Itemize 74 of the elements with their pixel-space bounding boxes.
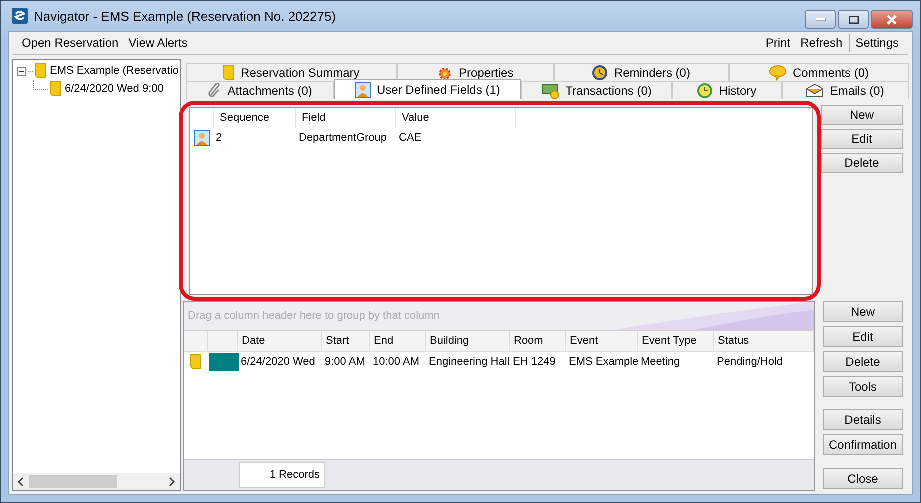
user-card-icon xyxy=(354,82,371,98)
table-cell-text: EH 1249 xyxy=(512,356,557,368)
action-button[interactable]: Tools xyxy=(823,376,903,397)
folder-icon xyxy=(50,81,62,97)
menu-item[interactable]: Refresh xyxy=(796,36,848,50)
tab[interactable]: Transactions (0) xyxy=(521,81,672,99)
scroll-right-icon[interactable] xyxy=(168,476,176,486)
tab[interactable]: Properties xyxy=(396,63,554,81)
column-header[interactable]: Building xyxy=(426,331,510,351)
envelope-icon xyxy=(806,84,824,98)
tab[interactable]: Comments (0) xyxy=(728,63,909,81)
menu-item[interactable]: Settings xyxy=(850,36,904,50)
action-button[interactable]: Details xyxy=(823,409,903,430)
speech-bubble-icon xyxy=(768,64,787,80)
tab[interactable]: Attachments (0) xyxy=(186,81,334,99)
table-cell-text: EMS Example xyxy=(568,356,638,368)
table-cell-text: Engineering Hall xyxy=(428,356,510,368)
record-count: 1 Records xyxy=(239,462,325,488)
action-button[interactable]: Delete xyxy=(823,351,903,372)
tab[interactable]: Emails (0) xyxy=(782,81,909,99)
menu-item[interactable]: Open Reservation xyxy=(17,36,124,50)
maximize-button[interactable] xyxy=(838,10,869,29)
table-cell-text: 10:00 AM xyxy=(372,356,420,368)
app-logo-icon xyxy=(12,8,28,24)
column-header[interactable]: Status xyxy=(714,331,814,351)
table-cell-text: Meeting xyxy=(640,356,682,368)
user-card-icon xyxy=(194,130,210,146)
table-cell-text: 9:00 AM xyxy=(324,356,366,368)
menu-item[interactable]: Print xyxy=(760,36,796,50)
maximize-icon xyxy=(848,16,858,24)
minimize-button[interactable] xyxy=(805,10,836,29)
table-cell-text: 2 xyxy=(215,132,224,144)
tab[interactable]: Reservation Summary xyxy=(186,63,397,81)
window-title: Navigator - EMS Example (Reservation No. 202275) xyxy=(34,8,336,24)
history-icon xyxy=(697,82,714,98)
money-icon xyxy=(542,82,560,98)
column-header[interactable]: Field xyxy=(296,108,396,128)
action-button[interactable]: Confirmation xyxy=(823,434,903,455)
action-button[interactable]: Close xyxy=(823,468,903,489)
action-button[interactable]: Edit xyxy=(821,129,903,149)
group-by-hint: Drag a column header here to group by that column xyxy=(187,310,440,322)
folder-icon xyxy=(35,63,47,79)
column-header[interactable]: Event Type xyxy=(638,331,714,351)
tree-item[interactable]: 6/24/2020 Wed 9:00 xyxy=(64,83,165,95)
column-header[interactable]: Value xyxy=(396,108,516,128)
column-header[interactable]: Room xyxy=(510,331,566,351)
scroll-left-icon[interactable] xyxy=(17,476,25,486)
folder-icon xyxy=(223,64,236,80)
table-cell-text: Pending/Hold xyxy=(716,356,784,368)
minimize-icon xyxy=(816,18,826,22)
menu-item[interactable]: View Alerts xyxy=(124,36,193,50)
tab[interactable]: History xyxy=(672,81,782,99)
table-cell-text: CAE xyxy=(398,132,423,144)
column-header[interactable]: End xyxy=(370,331,426,351)
column-header[interactable]: Event xyxy=(566,331,638,351)
column-header[interactable]: Sequence xyxy=(214,108,296,128)
action-button[interactable]: Delete xyxy=(821,153,903,173)
action-button[interactable]: New xyxy=(821,105,903,125)
table-cell-text: 6/24/2020 Wed xyxy=(240,356,316,368)
column-header[interactable]: Date xyxy=(238,331,322,351)
paperclip-icon xyxy=(208,82,222,98)
clock-icon xyxy=(592,64,608,80)
close-button[interactable] xyxy=(871,10,913,29)
tab[interactable]: Reminders (0) xyxy=(554,63,729,81)
action-button[interactable]: New xyxy=(823,301,903,322)
column-header[interactable]: Start xyxy=(322,331,370,351)
action-button[interactable]: Edit xyxy=(823,326,903,347)
tree-item[interactable]: EMS Example (Reservatio xyxy=(49,65,180,77)
close-icon xyxy=(886,14,898,24)
horizontal-scrollbar[interactable] xyxy=(13,473,180,490)
folder-icon xyxy=(190,354,202,370)
collapse-toggle-icon[interactable] xyxy=(17,66,26,76)
tab[interactable]: User Defined Fields (1) xyxy=(334,79,522,99)
table-cell-text: DepartmentGroup xyxy=(298,132,388,144)
